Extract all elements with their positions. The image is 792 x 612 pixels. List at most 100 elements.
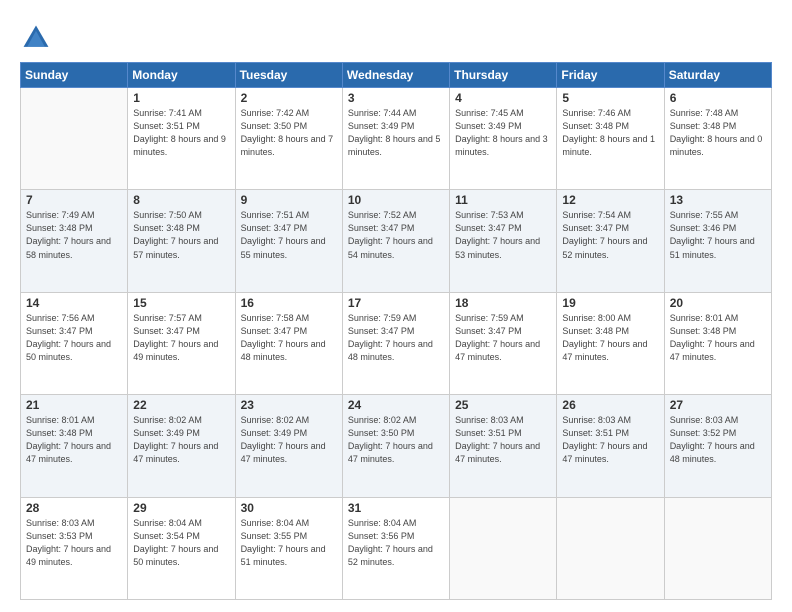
calendar-body: 1 Sunrise: 7:41 AM Sunset: 3:51 PM Daylig…	[21, 88, 772, 600]
day-number: 22	[133, 398, 229, 412]
calendar-cell	[664, 497, 771, 599]
day-number: 15	[133, 296, 229, 310]
calendar-cell: 17 Sunrise: 7:59 AM Sunset: 3:47 PM Dayli…	[342, 292, 449, 394]
day-number: 8	[133, 193, 229, 207]
day-number: 17	[348, 296, 444, 310]
calendar-table: SundayMondayTuesdayWednesdayThursdayFrid…	[20, 62, 772, 600]
day-number: 26	[562, 398, 658, 412]
calendar-cell: 20 Sunrise: 8:01 AM Sunset: 3:48 PM Dayli…	[664, 292, 771, 394]
calendar-cell: 8 Sunrise: 7:50 AM Sunset: 3:48 PM Daylig…	[128, 190, 235, 292]
weekday-header: Sunday	[21, 63, 128, 88]
day-number: 4	[455, 91, 551, 105]
calendar-cell: 25 Sunrise: 8:03 AM Sunset: 3:51 PM Dayli…	[450, 395, 557, 497]
weekday-header: Friday	[557, 63, 664, 88]
calendar-week-row: 21 Sunrise: 8:01 AM Sunset: 3:48 PM Dayli…	[21, 395, 772, 497]
page: SundayMondayTuesdayWednesdayThursdayFrid…	[0, 0, 792, 612]
header	[20, 18, 772, 54]
day-info: Sunrise: 7:55 AM Sunset: 3:46 PM Dayligh…	[670, 209, 766, 261]
calendar-cell: 9Sunrise: 7:51 AM Sunset: 3:47 PM Daylig…	[235, 190, 342, 292]
day-number: 20	[670, 296, 766, 310]
day-number: 10	[348, 193, 444, 207]
day-info: Sunrise: 8:02 AM Sunset: 3:49 PM Dayligh…	[241, 414, 337, 466]
day-info: Sunrise: 7:49 AM Sunset: 3:48 PM Dayligh…	[26, 209, 122, 261]
day-info: Sunrise: 7:56 AM Sunset: 3:47 PM Dayligh…	[26, 312, 122, 364]
weekday-header: Wednesday	[342, 63, 449, 88]
calendar-cell: 10 Sunrise: 7:52 AM Sunset: 3:47 PM Dayli…	[342, 190, 449, 292]
calendar-cell: 23 Sunrise: 8:02 AM Sunset: 3:49 PM Dayli…	[235, 395, 342, 497]
calendar-cell: 26Sunrise: 8:03 AM Sunset: 3:51 PM Dayli…	[557, 395, 664, 497]
logo-icon	[20, 22, 52, 54]
day-number: 30	[241, 501, 337, 515]
day-info: Sunrise: 7:41 AM Sunset: 3:51 PM Dayligh…	[133, 107, 229, 159]
calendar-cell: 15 Sunrise: 7:57 AM Sunset: 3:47 PM Dayli…	[128, 292, 235, 394]
day-info: Sunrise: 8:03 AM Sunset: 3:51 PM Dayligh…	[455, 414, 551, 466]
calendar-cell: 27 Sunrise: 8:03 AM Sunset: 3:52 PM Dayli…	[664, 395, 771, 497]
calendar-cell: 19Sunrise: 8:00 AM Sunset: 3:48 PM Dayli…	[557, 292, 664, 394]
day-info: Sunrise: 7:45 AM Sunset: 3:49 PM Dayligh…	[455, 107, 551, 159]
day-info: Sunrise: 8:01 AM Sunset: 3:48 PM Dayligh…	[670, 312, 766, 364]
day-number: 29	[133, 501, 229, 515]
calendar-cell: 14 Sunrise: 7:56 AM Sunset: 3:47 PM Dayli…	[21, 292, 128, 394]
weekday-header: Thursday	[450, 63, 557, 88]
calendar-cell: 24Sunrise: 8:02 AM Sunset: 3:50 PM Dayli…	[342, 395, 449, 497]
day-number: 31	[348, 501, 444, 515]
day-number: 25	[455, 398, 551, 412]
calendar-cell: 5 Sunrise: 7:46 AM Sunset: 3:48 PM Daylig…	[557, 88, 664, 190]
weekday-header: Saturday	[664, 63, 771, 88]
day-info: Sunrise: 7:48 AM Sunset: 3:48 PM Dayligh…	[670, 107, 766, 159]
day-number: 7	[26, 193, 122, 207]
day-number: 9	[241, 193, 337, 207]
calendar-header: SundayMondayTuesdayWednesdayThursdayFrid…	[21, 63, 772, 88]
day-info: Sunrise: 7:57 AM Sunset: 3:47 PM Dayligh…	[133, 312, 229, 364]
day-info: Sunrise: 8:01 AM Sunset: 3:48 PM Dayligh…	[26, 414, 122, 466]
day-info: Sunrise: 7:59 AM Sunset: 3:47 PM Dayligh…	[348, 312, 444, 364]
day-info: Sunrise: 7:58 AM Sunset: 3:47 PM Dayligh…	[241, 312, 337, 364]
day-number: 23	[241, 398, 337, 412]
day-number: 12	[562, 193, 658, 207]
calendar-cell: 31Sunrise: 8:04 AM Sunset: 3:56 PM Dayli…	[342, 497, 449, 599]
day-number: 18	[455, 296, 551, 310]
day-info: Sunrise: 8:03 AM Sunset: 3:52 PM Dayligh…	[670, 414, 766, 466]
calendar-week-row: 28Sunrise: 8:03 AM Sunset: 3:53 PM Dayli…	[21, 497, 772, 599]
calendar-week-row: 1 Sunrise: 7:41 AM Sunset: 3:51 PM Daylig…	[21, 88, 772, 190]
calendar-cell: 7 Sunrise: 7:49 AM Sunset: 3:48 PM Daylig…	[21, 190, 128, 292]
day-info: Sunrise: 8:04 AM Sunset: 3:54 PM Dayligh…	[133, 517, 229, 569]
day-info: Sunrise: 7:46 AM Sunset: 3:48 PM Dayligh…	[562, 107, 658, 159]
calendar-cell: 30 Sunrise: 8:04 AM Sunset: 3:55 PM Dayli…	[235, 497, 342, 599]
weekday-header: Monday	[128, 63, 235, 88]
logo	[20, 22, 56, 54]
calendar-cell	[450, 497, 557, 599]
calendar-cell: 21 Sunrise: 8:01 AM Sunset: 3:48 PM Dayli…	[21, 395, 128, 497]
calendar-cell: 4 Sunrise: 7:45 AM Sunset: 3:49 PM Daylig…	[450, 88, 557, 190]
day-info: Sunrise: 7:44 AM Sunset: 3:49 PM Dayligh…	[348, 107, 444, 159]
day-number: 27	[670, 398, 766, 412]
calendar-week-row: 14 Sunrise: 7:56 AM Sunset: 3:47 PM Dayli…	[21, 292, 772, 394]
calendar-cell: 16 Sunrise: 7:58 AM Sunset: 3:47 PM Dayli…	[235, 292, 342, 394]
weekday-row: SundayMondayTuesdayWednesdayThursdayFrid…	[21, 63, 772, 88]
day-info: Sunrise: 7:59 AM Sunset: 3:47 PM Dayligh…	[455, 312, 551, 364]
day-info: Sunrise: 7:52 AM Sunset: 3:47 PM Dayligh…	[348, 209, 444, 261]
day-info: Sunrise: 7:50 AM Sunset: 3:48 PM Dayligh…	[133, 209, 229, 261]
day-info: Sunrise: 7:42 AM Sunset: 3:50 PM Dayligh…	[241, 107, 337, 159]
day-number: 21	[26, 398, 122, 412]
calendar-cell	[21, 88, 128, 190]
calendar-cell: 12Sunrise: 7:54 AM Sunset: 3:47 PM Dayli…	[557, 190, 664, 292]
calendar-cell: 28Sunrise: 8:03 AM Sunset: 3:53 PM Dayli…	[21, 497, 128, 599]
calendar-cell: 2Sunrise: 7:42 AM Sunset: 3:50 PM Daylig…	[235, 88, 342, 190]
day-info: Sunrise: 8:04 AM Sunset: 3:55 PM Dayligh…	[241, 517, 337, 569]
day-number: 5	[562, 91, 658, 105]
calendar-cell: 11Sunrise: 7:53 AM Sunset: 3:47 PM Dayli…	[450, 190, 557, 292]
calendar-cell: 29 Sunrise: 8:04 AM Sunset: 3:54 PM Dayli…	[128, 497, 235, 599]
calendar-cell: 22 Sunrise: 8:02 AM Sunset: 3:49 PM Dayli…	[128, 395, 235, 497]
day-number: 16	[241, 296, 337, 310]
calendar-cell: 6 Sunrise: 7:48 AM Sunset: 3:48 PM Daylig…	[664, 88, 771, 190]
day-number: 6	[670, 91, 766, 105]
day-info: Sunrise: 8:02 AM Sunset: 3:49 PM Dayligh…	[133, 414, 229, 466]
day-number: 14	[26, 296, 122, 310]
calendar-cell: 3Sunrise: 7:44 AM Sunset: 3:49 PM Daylig…	[342, 88, 449, 190]
calendar-cell: 18 Sunrise: 7:59 AM Sunset: 3:47 PM Dayli…	[450, 292, 557, 394]
calendar-week-row: 7 Sunrise: 7:49 AM Sunset: 3:48 PM Daylig…	[21, 190, 772, 292]
day-number: 1	[133, 91, 229, 105]
day-info: Sunrise: 8:00 AM Sunset: 3:48 PM Dayligh…	[562, 312, 658, 364]
day-info: Sunrise: 8:02 AM Sunset: 3:50 PM Dayligh…	[348, 414, 444, 466]
